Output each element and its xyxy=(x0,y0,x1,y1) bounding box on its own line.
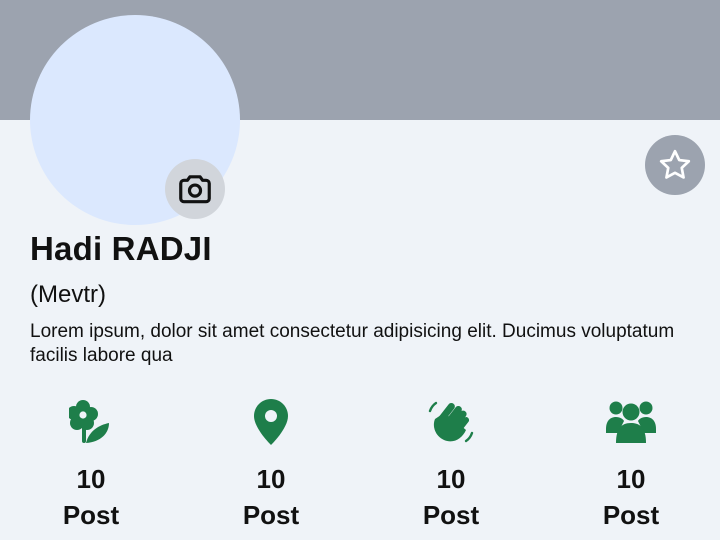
stat-item[interactable]: 10 Post xyxy=(1,398,181,530)
stat-count: 10 xyxy=(616,464,646,494)
stat-count: 10 xyxy=(76,464,106,494)
waving-hand-icon xyxy=(428,401,474,443)
stat-label: Post xyxy=(242,500,300,530)
flower-icon xyxy=(69,400,109,443)
map-pin-icon xyxy=(254,399,288,445)
favorite-button[interactable] xyxy=(645,135,705,195)
stat-item[interactable]: 10 Post xyxy=(361,398,541,530)
stat-item[interactable]: 10 Post xyxy=(541,398,720,530)
change-avatar-button[interactable] xyxy=(165,159,225,219)
profile-nickname: (Mevtr) xyxy=(30,281,106,308)
stat-count: 10 xyxy=(436,464,466,494)
profile-name: Hadi RADJI xyxy=(30,230,212,267)
stat-item[interactable]: 10 Post xyxy=(181,398,361,530)
camera-icon xyxy=(179,175,211,204)
stat-label: Post xyxy=(62,500,120,530)
users-icon xyxy=(606,401,656,443)
stat-count: 10 xyxy=(256,464,286,494)
stat-label: Post xyxy=(602,500,660,530)
star-icon xyxy=(659,149,691,179)
stats-row: 10 Post 10 Post 10 Post 10 Post xyxy=(0,398,720,538)
stat-label: Post xyxy=(422,500,480,530)
profile-bio: Lorem ipsum, dolor sit amet consectetur … xyxy=(30,321,675,366)
